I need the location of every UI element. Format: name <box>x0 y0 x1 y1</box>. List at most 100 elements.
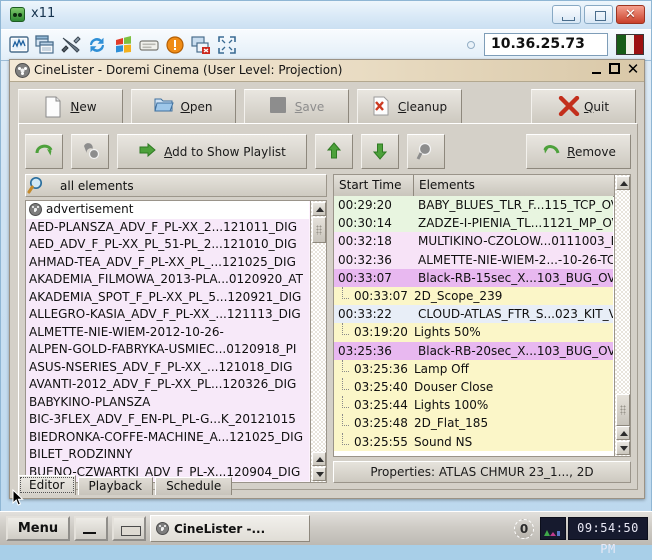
list-item[interactable]: AHMAD-TEA_ADV_F_PL-XX_PL_...121025_DIG <box>26 253 309 271</box>
magnifier-icon[interactable] <box>26 175 50 196</box>
folder-open-icon <box>154 96 175 118</box>
refresh-icon[interactable] <box>85 33 109 57</box>
tab-schedule[interactable]: Schedule <box>155 477 233 495</box>
cell-start-time: 03:19:20 <box>334 323 414 339</box>
table-row[interactable]: 00:29:20 BABY_BLUES_TLR_F...115_TCP_OV <box>334 196 613 215</box>
close-icon[interactable]: ✕ <box>626 62 640 77</box>
cleanup-button-label: Cleanup <box>397 99 448 114</box>
alert-icon[interactable] <box>163 33 187 57</box>
cell-element: Lamp Off <box>414 361 469 376</box>
status-badge[interactable]: 0 <box>514 519 534 539</box>
properties-button[interactable]: Properties: ATLAS CHMUR 23_1..., 2D <box>333 461 631 483</box>
list-item[interactable]: BILET_RODZINNY <box>26 446 309 464</box>
table-row[interactable]: 00:33:07 Black-RB-15sec_X...103_BUG_OV <box>334 268 613 287</box>
minimize-all-icon[interactable] <box>74 516 108 541</box>
table-row[interactable]: 00:30:14 ZADZE-I-PIENIA_TL...1121_MP_OV <box>334 214 613 233</box>
playlist-scrollbar[interactable] <box>614 175 630 456</box>
scroll-up-button-bottom[interactable] <box>312 452 326 466</box>
cell-start-time: 03:25:40 <box>334 377 414 394</box>
disconnect-icon[interactable] <box>189 33 213 57</box>
minimize-icon[interactable] <box>552 5 581 24</box>
close-icon[interactable]: ✕ <box>616 5 645 24</box>
cell-element: Sound NS <box>414 434 473 449</box>
table-row[interactable]: 00:32:36 ALMETTE-NIE-WIEM-2...-10-26-TCP <box>334 250 613 269</box>
monitor-chart-icon[interactable] <box>7 33 31 57</box>
connection-radio[interactable] <box>467 41 475 49</box>
save-button[interactable]: Save <box>244 89 349 124</box>
list-item[interactable]: AKADEMIA_SPOT_F_PL-XX_PL_5...120921_DIG <box>26 288 309 306</box>
open-button[interactable]: Open <box>131 89 236 124</box>
keyboard-icon[interactable] <box>137 33 161 57</box>
screen-root: x11 ✕ 10.36.25.73 CineLister - Doremi Ci… <box>0 0 652 556</box>
clone-button[interactable] <box>71 134 109 169</box>
fullscreen-icon[interactable] <box>215 33 239 57</box>
film-reel-icon <box>156 522 169 535</box>
scroll-down-button[interactable] <box>616 441 630 455</box>
list-item[interactable]: BABYKINO-PLANSZA <box>26 393 309 411</box>
maximize-icon[interactable] <box>608 62 622 76</box>
library-scrollbar[interactable] <box>310 201 326 482</box>
list-item[interactable]: BIEDRONKA-COFFE-MACHINE_A...121025_DIG <box>26 428 309 446</box>
table-row[interactable]: 03:25:48 2D_Flat_185 <box>334 414 613 433</box>
scroll-up-button-bottom[interactable] <box>616 426 630 440</box>
minimize-icon[interactable] <box>590 62 604 76</box>
tray-icon[interactable] <box>540 517 566 540</box>
tools-icon[interactable] <box>59 33 83 57</box>
maximize-icon[interactable] <box>584 5 613 24</box>
cell-element: ALMETTE-NIE-WIEM-2...-10-26-TCP <box>418 252 613 267</box>
table-row[interactable]: 00:33:07 2D_Scope_239 <box>334 286 613 306</box>
table-row[interactable]: 03:25:44 Lights 100% <box>334 396 613 415</box>
cell-start-time: 03:25:44 <box>334 396 414 412</box>
clock[interactable]: 09:54:50 PM <box>568 517 648 556</box>
view-tabs: Editor Playback Schedule <box>18 475 233 495</box>
table-row[interactable]: 03:25:40 Douser Close <box>334 377 613 397</box>
list-item[interactable]: ASUS-NSERIES_ADV_F_PL-XX_...121018_DIG <box>26 358 309 376</box>
cell-element: MULTIKINO-CZOLOW...0111003_PI <box>418 234 613 249</box>
tab-playback[interactable]: Playback <box>77 477 154 495</box>
playlist-scroll-thumb[interactable] <box>616 394 630 426</box>
scroll-down-button[interactable] <box>312 467 326 481</box>
add-to-show-playlist-button[interactable]: Add to Show Playlist <box>117 134 307 169</box>
cell-element: Black-RB-20sec_X...103_BUG_OV <box>418 343 613 358</box>
tab-editor[interactable]: Editor <box>18 475 76 495</box>
list-item[interactable]: BIC-3FLEX_ADV_F_EN-PL_PL-G...K_20121015 <box>26 411 309 429</box>
new-button[interactable]: New <box>18 89 123 124</box>
list-item[interactable]: AVANTI-2012_ADV_F_PL-XX_PL...120326_DIG <box>26 376 309 394</box>
taskbar: Menu CineLister -... 0 09:54:50 PM <box>0 511 652 556</box>
list-item[interactable]: AKADEMIA_FILMOWA_2013-PLA...0120920_AT <box>26 271 309 289</box>
scroll-up-button[interactable] <box>616 176 630 190</box>
list-item[interactable]: ALMETTE-NIE-WIEM-2012-10-26- <box>26 323 309 341</box>
scroll-up-button[interactable] <box>312 202 326 216</box>
table-row[interactable]: 00:33:22 CLOUD-ATLAS_FTR_S...023_KIT_VF <box>334 305 613 324</box>
windows-flag-icon[interactable] <box>111 33 135 57</box>
table-row[interactable]: 03:25:36 Lamp Off <box>334 359 613 378</box>
list-item[interactable]: ALLEGRO-KASIA_ADV_F_PL-XX_...121113_DIG <box>26 306 309 324</box>
column-header-start-time: Start Time <box>334 175 414 196</box>
connection-address-input[interactable]: 10.36.25.73 <box>484 33 608 56</box>
inspect-button[interactable] <box>407 134 445 169</box>
quit-button[interactable]: Quit <box>531 89 636 124</box>
move-down-button[interactable] <box>361 134 399 169</box>
table-row[interactable]: 03:19:20 Lights 50% <box>334 323 613 342</box>
cleanup-button[interactable]: Cleanup <box>357 89 462 124</box>
library-list[interactable]: advertisement AED-PLANSZA_ADV_F_PL-XX_2..… <box>25 200 327 483</box>
table-row[interactable]: 03:25:55 Sound NS <box>334 432 613 451</box>
refresh-list-button[interactable] <box>25 134 63 169</box>
copy-windows-icon[interactable] <box>33 33 57 57</box>
table-row[interactable]: 00:32:18 MULTIKINO-CZOLOW...0111003_PI <box>334 232 613 251</box>
library-group-header[interactable]: advertisement <box>26 201 309 219</box>
library-filter-bar[interactable]: all elements <box>25 174 327 197</box>
taskbar-task-cinelister[interactable]: CineLister -... <box>150 515 310 542</box>
start-menu-button[interactable]: Menu <box>6 516 70 541</box>
move-up-button[interactable] <box>315 134 353 169</box>
list-item[interactable]: AED-PLANSZA_ADV_F_PL-XX_2...121011_DIG <box>26 218 309 236</box>
list-item[interactable]: ALPEN-GOLD-FABRYKA-USMIEC...0120918_PI <box>26 341 309 359</box>
green-undo-arrow-icon <box>541 141 561 163</box>
library-scroll-thumb[interactable] <box>312 217 326 243</box>
new-button-label: New <box>70 99 97 114</box>
list-item[interactable]: AED_ADV_F_PL-XX_PL_51-PL_2...121010_DIG <box>26 236 309 254</box>
table-row[interactable]: 03:25:36 Black-RB-20sec_X...103_BUG_OV <box>334 341 613 360</box>
playlist-table[interactable]: Start Time Elements 00:29:20 BABY_BLUES_T… <box>333 174 631 457</box>
remove-button[interactable]: Remove <box>526 134 631 169</box>
show-desktop-icon[interactable] <box>112 516 146 541</box>
